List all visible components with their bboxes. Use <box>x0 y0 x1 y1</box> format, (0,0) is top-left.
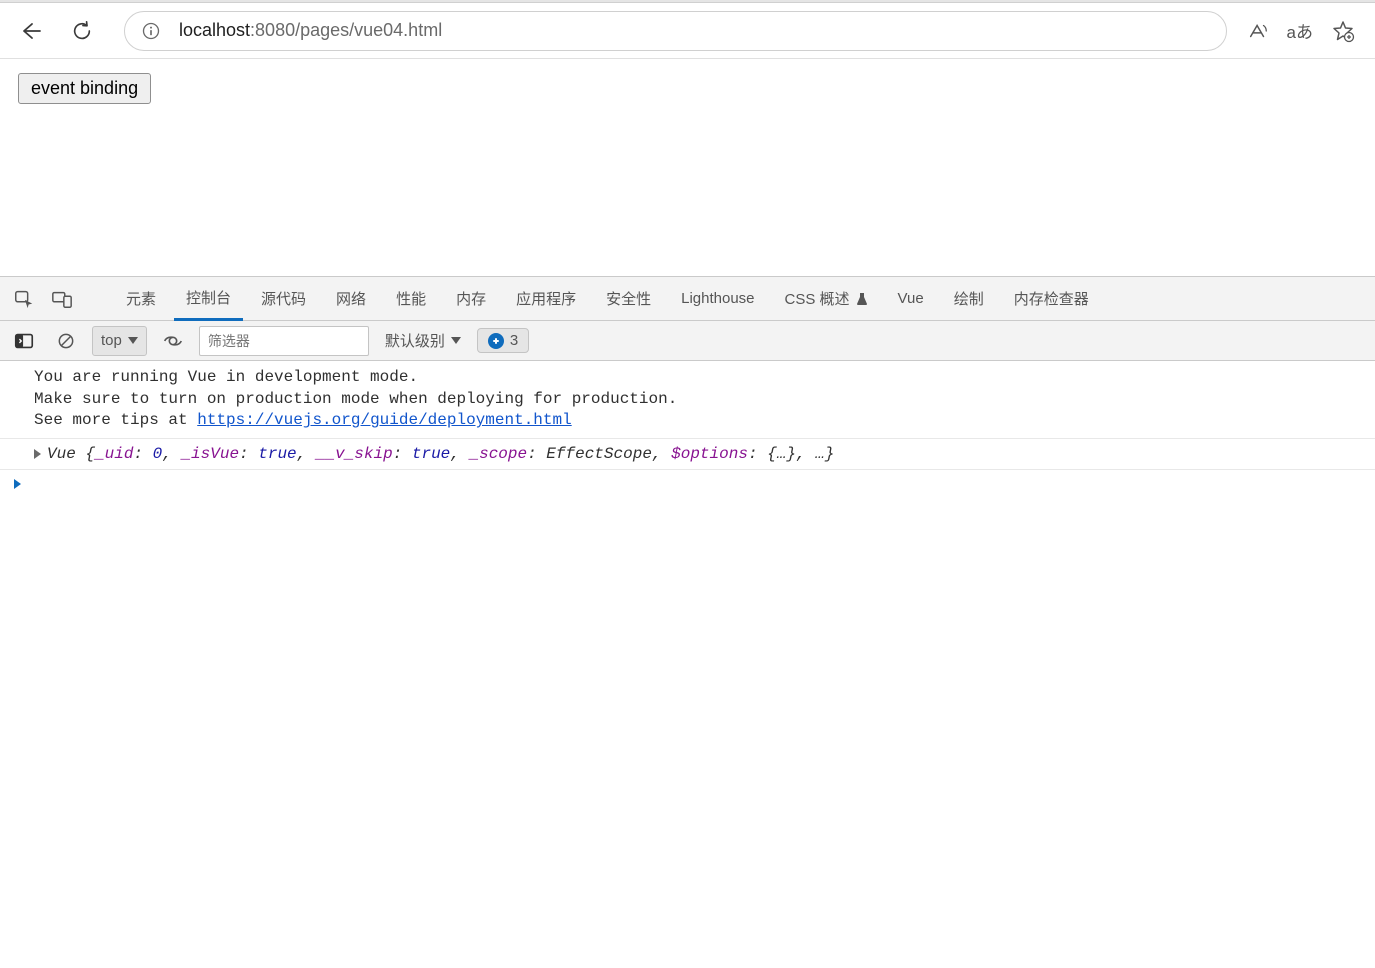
browser-nav-bar: localhost:8080/pages/vue04.html aあ <box>0 3 1375 59</box>
back-button[interactable] <box>10 11 50 51</box>
msg-line2: Make sure to turn on production mode whe… <box>34 390 677 408</box>
msg-line3-prefix: See more tips at <box>34 411 197 429</box>
sidebar-toggle-icon[interactable] <box>8 325 40 357</box>
tab-network[interactable]: 网络 <box>324 277 378 321</box>
arrow-left-icon <box>18 19 42 43</box>
nav-right-icons: aあ <box>1237 18 1365 43</box>
chevron-down-icon <box>128 337 138 344</box>
console-prompt[interactable] <box>0 470 1375 500</box>
issues-count: 3 <box>510 332 518 349</box>
translate-icon[interactable]: aあ <box>1287 18 1313 43</box>
msg-line1: You are running Vue in development mode. <box>34 368 418 386</box>
deployment-guide-link[interactable]: https://vuejs.org/guide/deployment.html <box>197 411 571 429</box>
issue-dot-icon <box>488 333 504 349</box>
prompt-chevron-icon <box>14 479 21 489</box>
filter-input[interactable] <box>199 326 369 356</box>
tab-security[interactable]: 安全性 <box>594 277 663 321</box>
expand-triangle-icon[interactable] <box>34 449 41 459</box>
console-messages: You are running Vue in development mode.… <box>0 361 1375 500</box>
object-preview-text: Vue {_uid: 0, _isVue: true, __v_skip: tr… <box>47 445 834 463</box>
tab-lighthouse[interactable]: Lighthouse <box>669 277 766 321</box>
favorites-icon[interactable] <box>1331 19 1355 43</box>
tab-elements[interactable]: 元素 <box>114 277 168 321</box>
url-text: localhost:8080/pages/vue04.html <box>179 20 442 41</box>
refresh-icon <box>71 20 93 42</box>
refresh-button[interactable] <box>62 11 102 51</box>
flask-icon <box>856 292 868 306</box>
issues-button[interactable]: 3 <box>477 328 529 353</box>
tab-sources[interactable]: 源代码 <box>249 277 318 321</box>
chevron-down-icon <box>451 337 461 344</box>
log-level-selector[interactable]: 默认级别 <box>379 330 467 351</box>
tab-css-overview[interactable]: CSS 概述 <box>773 288 880 309</box>
live-expression-icon[interactable] <box>157 325 189 357</box>
context-selector[interactable]: top <box>92 326 147 356</box>
console-info-message[interactable]: You are running Vue in development mode.… <box>0 361 1375 439</box>
devtools-tabs: 元素 控制台 源代码 网络 性能 内存 应用程序 安全性 Lighthouse … <box>0 277 1375 321</box>
tab-vue[interactable]: Vue <box>886 277 936 321</box>
page-content: event binding <box>0 59 1375 277</box>
tab-console[interactable]: 控制台 <box>174 277 243 321</box>
inspect-element-icon[interactable] <box>8 283 40 315</box>
tab-memory-inspector[interactable]: 内存检查器 <box>1002 277 1101 321</box>
tab-rendering[interactable]: 绘制 <box>942 277 996 321</box>
clear-console-icon[interactable] <box>50 325 82 357</box>
tab-application[interactable]: 应用程序 <box>504 277 588 321</box>
tab-memory[interactable]: 内存 <box>444 277 498 321</box>
console-toolbar: top 默认级别 3 <box>0 321 1375 361</box>
log-level-label: 默认级别 <box>385 330 445 351</box>
site-info-icon[interactable] <box>141 21 161 41</box>
tab-css-overview-label: CSS 概述 <box>785 288 850 309</box>
event-binding-button[interactable]: event binding <box>18 73 151 104</box>
tab-performance[interactable]: 性能 <box>384 277 438 321</box>
read-aloud-icon[interactable] <box>1247 20 1269 42</box>
console-object-row[interactable]: Vue {_uid: 0, _isVue: true, __v_skip: tr… <box>0 439 1375 470</box>
context-label: top <box>101 332 122 349</box>
address-bar[interactable]: localhost:8080/pages/vue04.html <box>124 11 1227 51</box>
device-toggle-icon[interactable] <box>46 283 78 315</box>
